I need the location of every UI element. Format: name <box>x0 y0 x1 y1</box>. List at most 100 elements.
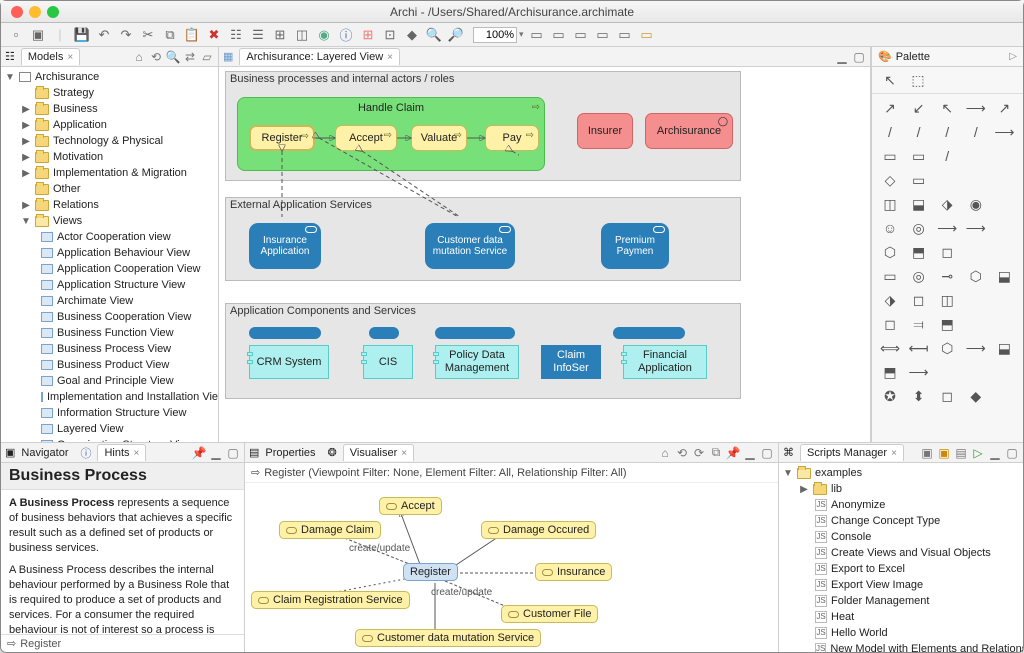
info-icon[interactable]: ⓘ <box>337 26 355 44</box>
home-icon[interactable]: ⌂ <box>658 446 672 460</box>
script-item[interactable]: JSFolder Management <box>779 593 1023 609</box>
palette-tool-51[interactable]: ⟻ <box>907 338 931 358</box>
b-icon[interactable]: ▣ <box>937 446 951 460</box>
role-insurer[interactable]: Insurer <box>577 113 633 149</box>
script-folder[interactable]: ▶lib <box>779 481 1023 497</box>
fwd-icon[interactable]: ⟳ <box>692 446 706 460</box>
diagram-canvas[interactable]: Business processes and internal actors /… <box>219 67 870 442</box>
t5-icon[interactable]: ▭ <box>616 26 634 44</box>
palette-tool-60[interactable]: ✪ <box>878 386 902 406</box>
script-item[interactable]: JSCreate Views and Visual Objects <box>779 545 1023 561</box>
collapse-icon[interactable]: ▱ <box>200 50 214 64</box>
script-item[interactable]: JSConsole <box>779 529 1023 545</box>
palette-tool-29[interactable] <box>992 218 1016 238</box>
palette-tool-34[interactable] <box>992 242 1016 262</box>
chevron-right-icon[interactable]: ▷ <box>1009 51 1017 62</box>
tree-folder[interactable]: Strategy <box>1 85 218 101</box>
t2-icon[interactable]: ▭ <box>550 26 568 44</box>
blank[interactable] <box>249 327 321 339</box>
palette-tool-40[interactable]: ⬗ <box>878 290 902 310</box>
palette-tool-13[interactable] <box>964 146 988 166</box>
palette-tool-11[interactable]: ▭ <box>907 146 931 166</box>
palette-tool-26[interactable]: ◎ <box>907 218 931 238</box>
visualiser-canvas[interactable]: Accept Damage Claim Damage Occured creat… <box>245 483 778 652</box>
tree-view-item[interactable]: Application Cooperation View <box>1 261 218 277</box>
script-item[interactable]: JSExport View Image <box>779 577 1023 593</box>
tree-view-item[interactable]: Business Cooperation View <box>1 309 218 325</box>
palette-icon[interactable]: ◉ <box>315 26 333 44</box>
delete-icon[interactable]: ✖ <box>205 26 223 44</box>
palette-tool-10[interactable]: ▭ <box>878 146 902 166</box>
palette-tool-61[interactable]: ⬍ <box>907 386 931 406</box>
tree-view-item[interactable]: Application Behaviour View <box>1 245 218 261</box>
bp-register[interactable]: Register⇨ <box>249 125 315 151</box>
tab-scripts[interactable]: Scripts Manager× <box>800 444 904 461</box>
palette-tool-21[interactable]: ⬓ <box>907 194 931 214</box>
palette-tool-55[interactable]: ⬒ <box>878 362 902 382</box>
tree-view-item[interactable]: Goal and Principle View <box>1 373 218 389</box>
svc-premium-payment[interactable]: Premium Paymen <box>601 223 669 269</box>
t4-icon[interactable]: ▭ <box>594 26 612 44</box>
bp-pay[interactable]: Pay⇨ <box>485 125 539 151</box>
palette-tool-3[interactable]: ⟶ <box>964 98 988 118</box>
palette-tool-8[interactable]: / <box>964 122 988 142</box>
palette-tool-1[interactable]: ↙ <box>907 98 931 118</box>
tree-view-item[interactable]: Business Process View <box>1 341 218 357</box>
marquee-tool[interactable]: ⬚ <box>906 70 930 90</box>
pin-icon[interactable]: 📌 <box>726 446 740 460</box>
palette-tool-50[interactable]: ⟺ <box>878 338 902 358</box>
blank[interactable] <box>435 327 515 339</box>
script-item[interactable]: JSExport to Excel <box>779 561 1023 577</box>
palette-tool-12[interactable]: / <box>935 146 959 166</box>
tree-folder[interactable]: ▶Implementation & Migration <box>1 165 218 181</box>
palette-tool-19[interactable] <box>992 170 1016 190</box>
palette-tool-39[interactable]: ⬓ <box>992 266 1016 286</box>
paste-icon[interactable]: 📋 <box>183 26 201 44</box>
palette-tool-46[interactable]: ⫤ <box>907 314 931 334</box>
tree-folder[interactable]: Other <box>1 181 218 197</box>
layout1-icon[interactable]: ⊞ <box>271 26 289 44</box>
palette-tool-18[interactable] <box>964 170 988 190</box>
palette-tool-45[interactable]: ◻ <box>878 314 902 334</box>
vis-node-customer-svc[interactable]: Customer data mutation Service <box>355 629 541 647</box>
open-icon[interactable]: ▣ <box>29 26 47 44</box>
palette-tool-43[interactable] <box>964 290 988 310</box>
tree-view-item[interactable]: Business Function View <box>1 325 218 341</box>
t6-icon[interactable]: ▭ <box>638 26 656 44</box>
palette-tool-27[interactable]: ⟶ <box>935 218 959 238</box>
run-icon[interactable]: ▷ <box>971 446 985 460</box>
vis-node-damage-occured[interactable]: Damage Occured <box>481 521 596 539</box>
comp-financial[interactable]: Financial Application <box>623 345 707 379</box>
tree-view-item[interactable]: Archimate View <box>1 293 218 309</box>
blank[interactable] <box>369 327 399 339</box>
zout-icon[interactable]: 🔍 <box>425 26 443 44</box>
palette-tool-41[interactable]: ◻ <box>907 290 931 310</box>
palette-tool-5[interactable]: / <box>878 122 902 142</box>
tree-view-item[interactable]: Layered View <box>1 421 218 437</box>
palette-tool-20[interactable]: ◫ <box>878 194 902 214</box>
close-icon[interactable]: × <box>891 448 897 459</box>
palette-tool-42[interactable]: ◫ <box>935 290 959 310</box>
zoom-input[interactable] <box>473 27 517 43</box>
tree-folder[interactable]: ▶Technology & Physical <box>1 133 218 149</box>
palette-tool-53[interactable]: ⟶ <box>964 338 988 358</box>
layout2-icon[interactable]: ◫ <box>293 26 311 44</box>
palette-tool-35[interactable]: ▭ <box>878 266 902 286</box>
palette-tool-23[interactable]: ◉ <box>964 194 988 214</box>
minimize-icon[interactable]: ▁ <box>835 50 849 64</box>
comp-crm[interactable]: CRM System <box>249 345 329 379</box>
script-item[interactable]: JSChange Concept Type <box>779 513 1023 529</box>
script-item[interactable]: JSAnonymize <box>779 497 1023 513</box>
tree-folder[interactable]: ▶Application <box>1 117 218 133</box>
close-icon[interactable]: × <box>134 448 140 459</box>
comp-policy[interactable]: Policy Data Management <box>435 345 519 379</box>
close-icon[interactable] <box>11 6 23 18</box>
bp-valuate[interactable]: Valuate⇨ <box>411 125 467 151</box>
tab-editor[interactable]: Archisurance: Layered View× <box>239 48 400 65</box>
palette-tool-24[interactable] <box>992 194 1016 214</box>
vis-node-register[interactable]: Register <box>403 563 458 581</box>
palette-tool-7[interactable]: / <box>935 122 959 142</box>
palette-tool-38[interactable]: ⬡ <box>964 266 988 286</box>
search-icon[interactable]: 🔍 <box>166 50 180 64</box>
tab-models[interactable]: Models× <box>21 48 80 65</box>
